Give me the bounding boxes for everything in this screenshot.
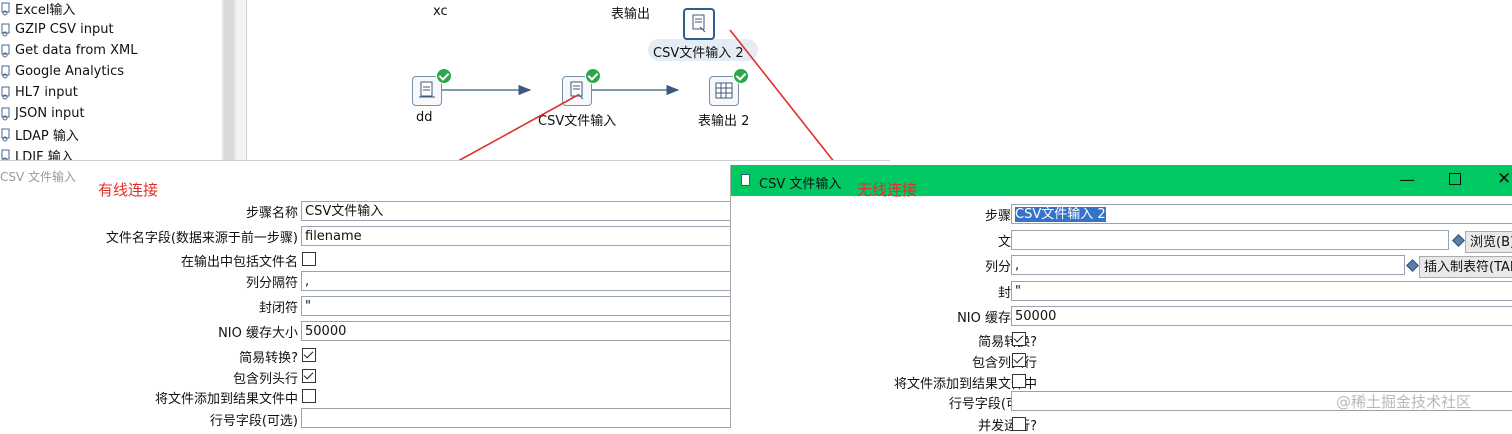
variable-icon xyxy=(1406,259,1419,272)
delimiter-input[interactable]: , xyxy=(1011,255,1405,275)
lazy-conversion-checkbox[interactable] xyxy=(1012,332,1026,346)
lazy-conversion-checkbox[interactable] xyxy=(302,348,316,362)
dialog-title: CSV 文件输入 xyxy=(759,177,842,192)
csv-file-icon xyxy=(741,174,750,186)
label-enclosure: 封闭符 xyxy=(258,301,298,316)
step-name-input[interactable]: CSV文件输入 2 xyxy=(1011,204,1512,224)
selected-text: CSV文件输入 2 xyxy=(1015,207,1106,222)
header-row-checkbox[interactable] xyxy=(302,369,316,383)
watermark: @稀土掘金技术社区 xyxy=(1336,393,1472,411)
nio-buffer-input[interactable]: 50000 xyxy=(301,321,731,341)
label-filename-field: 文件名字段(数据来源于前一步骤) xyxy=(105,231,298,246)
label-lazy-conversion: 简易转换? xyxy=(239,351,298,366)
label-nio-buffer: NIO 缓存大小 xyxy=(218,326,298,341)
label-step-name: 步骤名称 xyxy=(245,206,298,221)
minimize-button[interactable]: — xyxy=(1399,170,1415,189)
add-to-result-checkbox[interactable] xyxy=(1012,374,1026,388)
label-lazy-conversion: 简易转换? xyxy=(978,335,1037,350)
rownum-field-input[interactable] xyxy=(301,408,731,428)
dialog-titlebar[interactable]: CSV 文件输入 — ✕ xyxy=(731,165,1512,196)
annotation-wired-connection: 有线连接 xyxy=(98,181,159,199)
header-row-checkbox[interactable] xyxy=(1012,353,1026,367)
variable-icon xyxy=(1452,234,1465,247)
parallel-run-checkbox[interactable] xyxy=(1012,417,1026,431)
label-header-row: 包含列头行 xyxy=(232,372,298,387)
label-add-to-result: 将文件添加到结果文件中 xyxy=(154,392,298,407)
browse-button[interactable]: 浏览(B)... xyxy=(1465,231,1512,253)
maximize-button[interactable] xyxy=(1449,173,1461,185)
add-to-result-checkbox[interactable] xyxy=(302,389,316,403)
filename-input[interactable] xyxy=(1011,230,1449,250)
dialog-title: CSV 文件输入 xyxy=(0,170,77,184)
include-filename-checkbox[interactable] xyxy=(302,252,316,266)
nio-buffer-input[interactable]: 50000 xyxy=(1011,306,1512,326)
annotation-unwired-connection: 无线连接 xyxy=(857,181,918,199)
filename-field-input[interactable]: filename xyxy=(301,226,731,246)
delimiter-input[interactable]: , xyxy=(301,271,731,291)
label-rownum-field: 行号字段(可选) xyxy=(209,414,298,429)
label-delimiter: 列分隔符 xyxy=(245,276,298,291)
enclosure-input[interactable]: " xyxy=(1011,281,1512,301)
label-include-filename: 在输出中包括文件名 xyxy=(180,255,298,270)
csv-input-dialog-unwired: CSV 文件输入 — ✕ 无线连接 步骤名称 CSV文件输入 2 文件名 浏览(… xyxy=(730,165,1512,434)
label-header-row: 包含列头行 xyxy=(971,356,1037,371)
insert-tab-button[interactable]: 插入制表符(TAB) xyxy=(1419,256,1512,278)
enclosure-input[interactable]: " xyxy=(301,296,731,316)
close-button[interactable]: ✕ xyxy=(1497,169,1511,189)
step-name-input[interactable]: CSV文件输入 xyxy=(301,201,731,221)
